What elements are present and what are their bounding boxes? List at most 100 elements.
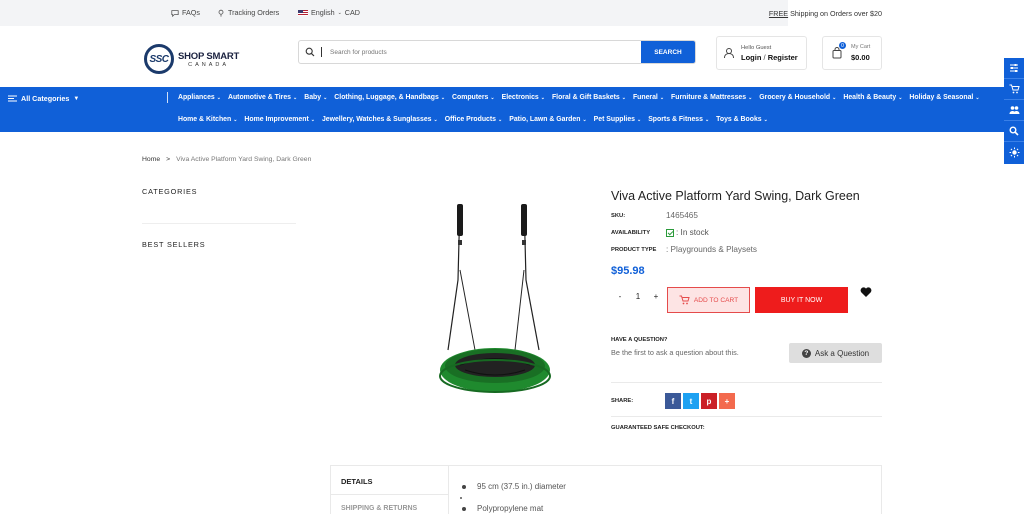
facebook-icon[interactable]: f [665,393,681,409]
search-button[interactable]: SEARCH [641,41,695,63]
availability-text: : In stock [676,228,709,237]
question-text: Be the first to ask a question about thi… [611,348,739,357]
nav-item[interactable]: Sports & Fitness ⌄ [648,116,709,123]
breadcrumb-current: Viva Active Platform Yard Swing, Dark Gr… [176,156,312,163]
availability-row: AVAILABILITY : In stock [611,228,709,237]
stray-dot [460,497,462,499]
logo-wordmark: SHOP SMART CANADA [178,51,239,68]
nav-item[interactable]: Toys & Books ⌄ [716,116,768,123]
nav-item[interactable]: Patio, Lawn & Garden ⌄ [509,116,586,123]
users-icon [1009,106,1019,114]
mini-cart[interactable]: 0 My Cart $0.00 [822,36,882,70]
nav-item[interactable]: Floral & Gift Baskets ⌄ [552,94,626,101]
theme-tool[interactable] [1004,142,1024,163]
cart-total: $0.00 [851,53,870,62]
more-share-icon[interactable]: + [719,393,735,409]
product-image[interactable] [435,200,555,398]
users-tool[interactable] [1004,100,1024,121]
nav-item[interactable]: Clothing, Luggage, & Handbags ⌄ [334,94,445,101]
nav-item[interactable]: Jewellery, Watches & Sunglasses ⌄ [322,116,438,123]
chevron-down-icon: ⌄ [582,116,587,123]
caret-down-icon: ▼ [73,95,80,102]
chevron-down-icon: ⌄ [621,94,626,101]
buy-now-button[interactable]: BUY IT NOW [755,287,848,313]
chevron-down-icon: ⌄ [490,94,495,101]
qty-input[interactable]: 1 [629,292,647,301]
question-heading: HAVE A QUESTION? [611,337,668,343]
nav-item[interactable]: Office Products ⌄ [445,116,503,123]
twitter-icon[interactable]: t [683,393,699,409]
nav-item[interactable]: Automotive & Tires ⌄ [228,94,297,101]
filter-tool[interactable] [1004,58,1024,79]
nav-item[interactable]: Pet Supplies ⌄ [594,116,642,123]
nav-item[interactable]: Health & Beauty ⌄ [843,94,902,101]
question-mark-icon: ? [801,348,811,358]
ask-question-button[interactable]: ? Ask a Question [789,343,882,363]
nav-item[interactable]: Home Improvement ⌄ [244,116,315,123]
breadcrumb-separator: > [166,156,171,163]
chat-icon [171,9,179,17]
search-input[interactable] [330,48,641,56]
sidebar-best-sellers-heading[interactable]: BEST SELLERS [142,240,205,249]
nav-row-primary: Appliances ⌄ Automotive & Tires ⌄ Baby ⌄ Cloth… [178,94,987,101]
tab-shipping-returns[interactable]: SHIPPING & RETURNS [341,505,417,512]
nav-item[interactable]: Home & Kitchen ⌄ [178,116,237,123]
nav-item[interactable]: Electronics ⌄ [502,94,545,101]
nav-item-label: Floral & Gift Baskets [551,94,620,101]
nav-item-label: Office Products [444,116,497,123]
nav-item[interactable]: Baby ⌄ [304,94,327,101]
qty-increase-button[interactable]: + [647,292,665,301]
nav-item[interactable]: Holiday & Seasonal ⌄ [909,94,979,101]
nav-item[interactable]: Furniture & Mattresses ⌄ [671,94,752,101]
site-logo[interactable]: SSC SHOP SMART CANADA [144,44,239,74]
breadcrumb: Home > Viva Active Platform Yard Swing, … [142,156,311,163]
chevron-down-icon: ⌄ [637,116,642,123]
nav-item[interactable]: Funeral ⌄ [633,94,664,101]
chevron-down-icon: ⌄ [748,94,753,101]
cart-tool[interactable] [1004,79,1024,100]
tracking-orders-link[interactable]: Tracking Orders [217,8,279,17]
wishlist-heart-icon[interactable] [860,286,872,298]
safe-checkout-label: GUARANTEED SAFE CHECKOUT: [611,425,705,431]
language-selector[interactable]: English ⌄ CAD [298,8,360,17]
floating-toolbar [1004,58,1024,164]
chevron-down-icon: ⌄ [898,94,903,101]
nav-item[interactable]: Computers ⌄ [452,94,495,101]
nav-item[interactable]: Grocery & Household ⌄ [759,94,836,101]
currency-label: CAD [344,8,360,17]
product-price: $95.98 [611,265,645,277]
all-categories-button[interactable]: All Categories ▼ [8,94,79,103]
product-title: Viva Active Platform Yard Swing, Dark Gr… [611,189,860,203]
cart-icon [679,295,690,305]
details-list: 95 cm (37.5 in.) diameter Polypropylene … [459,482,566,514]
chevron-down-icon: ⌄ [832,94,837,101]
search-tool[interactable] [1004,121,1024,142]
register-link[interactable]: Register [768,53,798,62]
chevron-down-icon: ⌄ [323,94,328,101]
add-to-cart-button[interactable]: ADD TO CART [667,287,750,313]
pinterest-icon[interactable]: p [701,393,717,409]
product-type-label: PRODUCT TYPE [611,246,657,253]
all-categories-label: All Categories [21,94,70,103]
qty-decrease-button[interactable]: - [611,292,629,301]
nav-separator [167,92,168,103]
login-link[interactable]: Login [741,53,761,62]
tab-list: DETAILS SHIPPING & RETURNS [331,466,449,514]
account-greeting: Hello Guest [741,44,772,51]
chevron-down-icon: ⌄ [310,116,315,123]
faqs-link[interactable]: FAQs [171,8,200,17]
tab-details[interactable]: DETAILS [341,477,373,486]
free-shipping-free: FREE [768,9,789,18]
sidebar-categories-heading[interactable]: CATEGORIES [142,187,197,196]
menu-icon [8,95,17,102]
nav-item-label: Sports & Fitness [648,116,703,123]
account-text: Hello Guest Login / Register [741,45,798,62]
breadcrumb-home[interactable]: Home [142,156,160,163]
share-icons: f t p + [665,393,735,409]
product-type-row: PRODUCT TYPE : Playgrounds & Playsets [611,245,757,254]
logo-line2: CANADA [188,61,230,68]
chevron-down-icon: ⌄ [233,116,238,123]
nav-item[interactable]: Appliances ⌄ [178,94,221,101]
account-box[interactable]: Hello Guest Login / Register [716,36,807,70]
free-shipping-note[interactable]: FREE Shipping on Orders over $20 [769,9,882,18]
